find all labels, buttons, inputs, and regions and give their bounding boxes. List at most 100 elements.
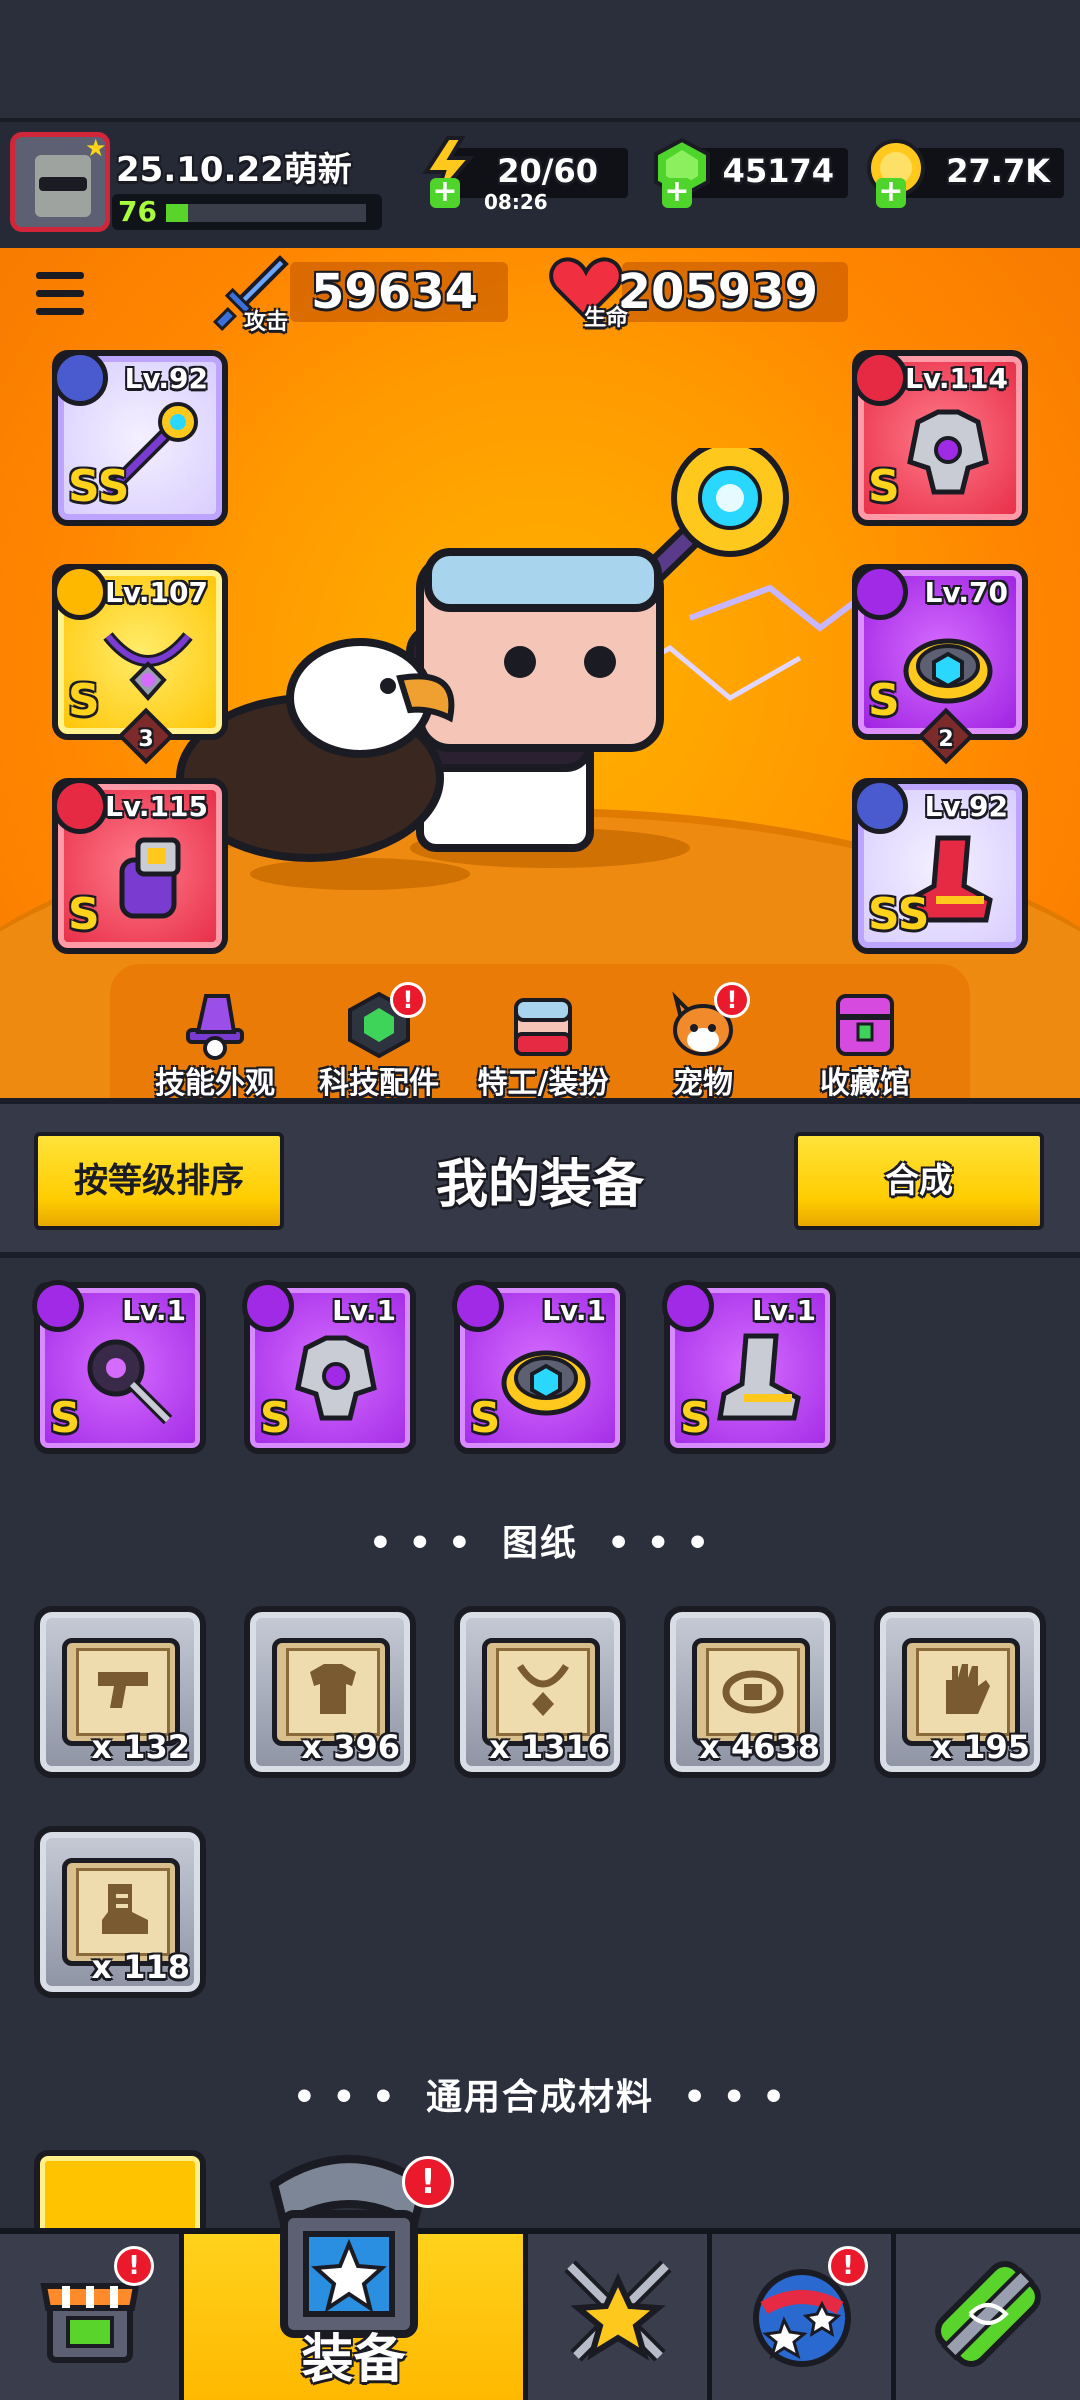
attack-value: 59634 xyxy=(311,264,478,320)
coin-counter[interactable]: + 27.7K xyxy=(867,139,1064,208)
item-level: Lv.1 xyxy=(752,1294,816,1327)
shortcut-agent-outfit[interactable]: 特工/装扮 xyxy=(468,990,618,1098)
notification-badge: ! xyxy=(714,982,750,1018)
shortcut-pets[interactable]: ! 宠物 xyxy=(628,982,778,1098)
shortcut-label: 宠物 xyxy=(673,1066,733,1098)
chest-icon xyxy=(830,990,900,1060)
menu-list-icon[interactable] xyxy=(36,272,84,316)
blueprint-card[interactable]: x 396 xyxy=(244,1606,416,1778)
agent-icon xyxy=(508,990,578,1060)
boots-rank: SS xyxy=(868,889,930,940)
notification-badge: ! xyxy=(828,2246,868,2286)
player-avatar[interactable]: ★ xyxy=(10,132,110,232)
nav-talent[interactable]: ! xyxy=(712,2234,896,2400)
armor-type-icon xyxy=(852,350,908,406)
notification-badge: ! xyxy=(114,2246,154,2286)
item-level: Lv.1 xyxy=(122,1294,186,1327)
notification-badge: ! xyxy=(390,982,426,1018)
equip-slot-armor[interactable]: Lv.114 S xyxy=(852,350,1028,526)
belt-level: Lv.70 xyxy=(924,576,1008,609)
xp-bar-fill xyxy=(166,204,188,222)
necklace-level: Lv.107 xyxy=(105,576,208,609)
hero-area: 59634 攻击 205939 生命 Lv.92 SS Lv.114 S Lv.… xyxy=(0,248,1080,1098)
weapon-icon xyxy=(87,1339,173,1425)
energy-timer: 08:26 xyxy=(484,190,548,214)
blueprints-section-title: • • • 图纸 • • • xyxy=(0,1514,1080,1566)
gem-counter[interactable]: + 45174 xyxy=(654,137,848,208)
blueprint-count: x 396 xyxy=(301,1728,400,1766)
attack-label: 攻击 xyxy=(244,310,289,335)
item-rank: S xyxy=(680,1393,711,1442)
nav-battle[interactable] xyxy=(528,2234,712,2400)
material-item-partial[interactable] xyxy=(34,2150,206,2240)
energy-value: 20/60 xyxy=(497,152,598,190)
weapon-rank: SS xyxy=(68,461,130,512)
inventory-panel: Lv.1 S Lv.1 S Lv.1 S Lv.1 S • • • 图纸 • •… xyxy=(0,1258,1080,2228)
merge-button[interactable]: 合成 xyxy=(794,1132,1044,1230)
nav-equipment[interactable]: ! 装备 xyxy=(184,2155,528,2400)
dots-right: • • • xyxy=(654,2077,788,2118)
xp-bar xyxy=(166,204,366,222)
necklace-icon xyxy=(103,632,193,702)
coin-add-icon[interactable]: + xyxy=(876,177,906,208)
wizard-hat-icon xyxy=(180,990,250,1060)
equip-slot-gloves[interactable]: Lv.115 S xyxy=(52,778,228,954)
bottom-nav: ! ! 装备 ! xyxy=(0,2155,1080,2400)
nav-gene[interactable] xyxy=(896,2234,1080,2400)
shortcut-label: 收藏馆 xyxy=(820,1066,910,1098)
materials-section-title: • • • 通用合成材料 • • • xyxy=(0,2068,1080,2120)
blueprint-card[interactable]: x 118 xyxy=(34,1826,206,1998)
shortcut-label: 科技配件 xyxy=(319,1066,439,1098)
blueprint-card[interactable]: x 1316 xyxy=(454,1606,626,1778)
boots-icon xyxy=(717,1333,801,1421)
blueprint-count: x 195 xyxy=(931,1728,1030,1766)
equip-slot-necklace[interactable]: Lv.107 S 3 xyxy=(52,564,228,765)
shortcut-collection[interactable]: 收藏馆 xyxy=(790,990,940,1098)
weapon-type-icon xyxy=(32,1280,84,1332)
inventory-item[interactable]: Lv.1 S xyxy=(32,1280,206,1454)
player-level-box: 76 xyxy=(112,194,382,230)
equip-slot-boots[interactable]: Lv.92 SS xyxy=(852,778,1028,954)
equip-slot-weapon[interactable]: Lv.92 SS xyxy=(52,350,228,526)
gem-add-icon[interactable]: + xyxy=(662,177,692,208)
belt-icon xyxy=(501,1350,591,1416)
top-bar: ★ 25.10.22萌新 76 + 20/60 08:26 + 45174 + … xyxy=(0,118,1080,248)
item-rank: S xyxy=(470,1393,501,1442)
coin-value: 27.7K xyxy=(946,152,1050,190)
armor-blueprint-icon xyxy=(310,1664,356,1714)
shortcut-tech-parts[interactable]: ! 科技配件 xyxy=(304,982,454,1098)
nav-shop[interactable]: ! xyxy=(0,2234,184,2400)
blueprint-card[interactable]: x 4638 xyxy=(664,1606,836,1778)
item-rank: S xyxy=(260,1393,291,1442)
weapon-level: Lv.92 xyxy=(124,362,208,395)
belt-blueprint-icon xyxy=(722,1670,784,1714)
inventory-item[interactable]: Lv.1 S xyxy=(452,1280,626,1454)
necklace-rank: S xyxy=(68,675,100,726)
hero-character xyxy=(176,448,862,890)
boots-blueprint-icon xyxy=(102,1884,148,1934)
dots-left: • • • xyxy=(368,1523,502,1564)
blueprint-count: x 1316 xyxy=(489,1728,610,1766)
armor-level: Lv.114 xyxy=(905,362,1008,395)
equip-slot-belt[interactable]: Lv.70 S 2 xyxy=(852,564,1028,765)
blueprints-title: 图纸 xyxy=(501,1523,578,1564)
energy-add-icon[interactable]: + xyxy=(430,177,460,208)
player-name: 25.10.22萌新 xyxy=(116,150,352,190)
glove-blueprint-icon xyxy=(946,1664,990,1714)
blueprint-count: x 118 xyxy=(91,1948,190,1986)
necklace-type-icon xyxy=(52,564,108,620)
attack-stat: 59634 xyxy=(290,262,508,322)
belt-stars: 2 xyxy=(938,727,954,752)
belt-icon xyxy=(903,638,993,704)
armor-type-icon xyxy=(242,1280,294,1332)
gloves-level: Lv.115 xyxy=(105,790,208,823)
boots-level: Lv.92 xyxy=(924,790,1008,823)
blueprint-card[interactable]: x 132 xyxy=(34,1606,206,1778)
blueprint-card[interactable]: x 195 xyxy=(874,1606,1046,1778)
inventory-item[interactable]: Lv.1 S xyxy=(662,1280,836,1454)
inventory-item[interactable]: Lv.1 S xyxy=(242,1280,416,1454)
shortcut-skill-skin[interactable]: 技能外观 xyxy=(140,990,290,1098)
gloves-rank: S xyxy=(68,889,100,940)
belt-rank: S xyxy=(868,675,900,726)
armor-icon xyxy=(907,409,989,495)
